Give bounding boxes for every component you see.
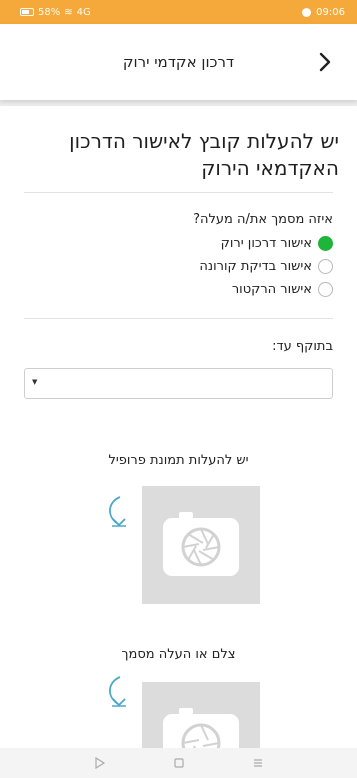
wifi-icon: ≋ — [64, 6, 73, 18]
profile-upload-label: יש להעלות תמונת פרופיל — [108, 453, 249, 468]
option-label: אישור הרקטור — [231, 282, 312, 297]
document-upload[interactable] — [142, 682, 260, 748]
battery-icon — [20, 8, 34, 16]
app-bar-title: דרכון אקדמי ירוק — [122, 53, 235, 71]
back-button[interactable] — [311, 48, 339, 76]
divider — [24, 192, 333, 193]
dropdown-arrow-icon: ▼ — [32, 378, 38, 386]
status-bar-right: 09:06 — [302, 7, 345, 18]
status-bar-left: 58% ≋ 4G — [20, 7, 91, 18]
option-corona-test[interactable]: אישור בדיקת קורונה — [199, 259, 333, 274]
document-type-question: איזה מסמך את/ה מעלה? — [193, 212, 333, 227]
document-upload-label: צלם או העלה מסמך — [121, 647, 236, 662]
chevron-right-icon — [319, 52, 331, 72]
option-label: אישור בדיקת קורונה — [199, 259, 312, 274]
battery-percent: 58% — [38, 6, 61, 18]
status-time: 09:06 — [316, 6, 345, 18]
option-label: אישור דרכון ירוק — [220, 236, 312, 251]
notification-icon — [302, 7, 312, 17]
valid-until-label: בתוקף עד: — [272, 339, 333, 354]
page-title: יש להעלות קובץ לאישור הדרכון האקדמאי היר… — [69, 129, 339, 180]
network-type: 4G — [76, 6, 91, 18]
nav-home-icon[interactable] — [172, 756, 186, 770]
form-content: יש להעלות קובץ לאישור הדרכון האקדמאי היר… — [0, 106, 357, 748]
radio-selected[interactable] — [318, 236, 333, 251]
status-bar: 58% ≋ 4G 09:06 — [0, 0, 357, 24]
radio-unselected[interactable] — [318, 282, 333, 297]
app-bar: דרכון אקדמי ירוק — [0, 24, 357, 100]
rotate-icon[interactable] — [102, 674, 136, 714]
option-rector-approval[interactable]: אישור הרקטור — [232, 282, 333, 297]
option-green-passport[interactable]: אישור דרכון ירוק — [221, 236, 333, 251]
system-nav-bar — [0, 748, 357, 778]
nav-menu-icon[interactable] — [251, 756, 265, 770]
profile-photo-upload[interactable] — [142, 486, 260, 604]
rotate-icon[interactable] — [102, 494, 136, 534]
nav-back-icon[interactable] — [93, 756, 107, 770]
camera-icon — [163, 512, 239, 576]
camera-icon — [163, 708, 239, 748]
radio-unselected[interactable] — [318, 259, 333, 274]
valid-until-select[interactable]: ▼ — [24, 368, 333, 399]
divider — [24, 318, 333, 319]
